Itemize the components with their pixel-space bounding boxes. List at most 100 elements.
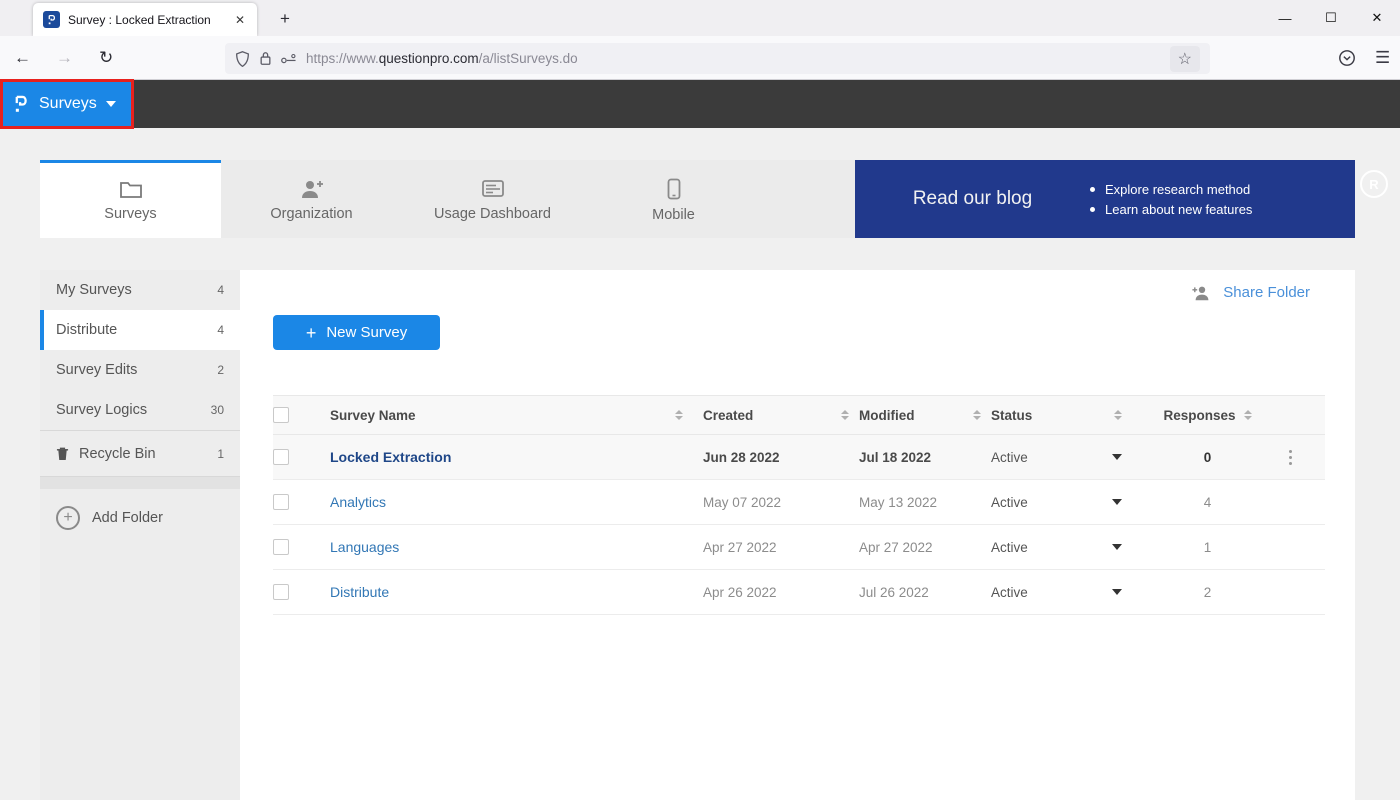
created-date: Apr 26 2022 <box>703 585 777 600</box>
bullet-icon <box>1090 207 1095 212</box>
responses-count[interactable]: 1 <box>1204 540 1212 555</box>
blog-promo-banner[interactable]: Read our blog Explore research method Le… <box>855 160 1355 238</box>
app-header: Upgrade Now ? R <box>0 80 1400 128</box>
plus-icon: + <box>306 324 317 342</box>
sort-icon[interactable] <box>973 410 981 420</box>
sidebar-item-survey-edits[interactable]: Survey Edits 2 <box>40 350 240 390</box>
screen: Survey : Locked Extraction ✕ + — ☐ ✕ ← →… <box>0 0 1400 800</box>
bookmark-star-icon[interactable]: ☆ <box>1170 46 1200 72</box>
lock-icon[interactable] <box>259 51 272 66</box>
column-header-modified[interactable]: Modified <box>859 408 915 423</box>
forward-icon: → <box>56 48 73 68</box>
survey-name-link[interactable]: Analytics <box>330 494 386 510</box>
back-icon[interactable]: ← <box>14 48 31 68</box>
status-value: Active <box>991 450 1028 465</box>
row-checkbox[interactable] <box>273 494 289 510</box>
tab-label: Usage Dashboard <box>434 206 551 222</box>
tab-usage-dashboard[interactable]: Usage Dashboard <box>402 160 583 238</box>
status-dropdown-caret-icon[interactable] <box>1112 589 1122 595</box>
status-value: Active <box>991 540 1028 555</box>
share-folder-button[interactable]: Share Folder <box>1191 284 1310 301</box>
sidebar-item-count: 30 <box>211 403 224 417</box>
row-checkbox[interactable] <box>273 584 289 600</box>
avatar[interactable]: R <box>1360 170 1388 198</box>
questionpro-favicon-icon <box>43 11 60 28</box>
trash-icon <box>56 446 69 461</box>
sort-icon[interactable] <box>1114 410 1122 420</box>
surveys-content: Share Folder + New Survey Survey Name Cr… <box>240 270 1355 800</box>
mobile-phone-icon <box>667 178 681 200</box>
address-bar[interactable]: https://www.questionpro.com/a/listSurvey… <box>225 43 1210 74</box>
sidebar-item-label: Survey Logics <box>56 402 147 418</box>
shield-icon[interactable] <box>235 51 250 67</box>
new-survey-button[interactable]: + New Survey <box>273 315 440 350</box>
dashboard-icon <box>481 179 505 199</box>
tab-close-icon[interactable]: ✕ <box>233 13 247 27</box>
section-tabs: Surveys Organization Usage Dashboard Mob… <box>40 160 855 238</box>
row-checkbox[interactable] <box>273 539 289 555</box>
column-header-created[interactable]: Created <box>703 408 753 423</box>
url-text[interactable]: https://www.questionpro.com/a/listSurvey… <box>306 51 1161 66</box>
sidebar-item-count: 2 <box>217 363 224 377</box>
survey-name-link[interactable]: Locked Extraction <box>330 449 451 465</box>
plus-circle-icon: + <box>56 506 80 530</box>
url-domain: questionpro.com <box>379 51 479 66</box>
survey-name-link[interactable]: Languages <box>330 539 399 555</box>
questionpro-logo-icon <box>13 94 30 115</box>
responses-count[interactable]: 0 <box>1204 450 1212 465</box>
url-path: /a/listSurveys.do <box>479 51 578 66</box>
tab-mobile[interactable]: Mobile <box>583 160 764 238</box>
sort-icon[interactable] <box>675 410 683 420</box>
status-dropdown-caret-icon[interactable] <box>1112 544 1122 550</box>
created-date: Apr 27 2022 <box>703 540 777 555</box>
window-maximize-button[interactable]: ☐ <box>1308 10 1354 26</box>
tab-label: Organization <box>270 206 352 222</box>
tab-label: Mobile <box>652 207 695 223</box>
select-all-checkbox[interactable] <box>273 407 289 423</box>
reload-icon[interactable]: ↻ <box>99 48 113 68</box>
add-folder-button[interactable]: + Add Folder <box>40 489 240 547</box>
annotation-highlight-box: Surveys <box>0 79 134 129</box>
product-switcher[interactable]: Surveys <box>3 82 131 126</box>
created-date: May 07 2022 <box>703 495 781 510</box>
permissions-icon[interactable] <box>281 53 297 65</box>
modified-date: Apr 27 2022 <box>859 540 933 555</box>
survey-name-link[interactable]: Distribute <box>330 584 389 600</box>
sidebar-item-label: Distribute <box>56 322 117 338</box>
window-close-button[interactable]: ✕ <box>1354 10 1400 26</box>
status-dropdown-caret-icon[interactable] <box>1112 454 1122 460</box>
column-header-survey-name[interactable]: Survey Name <box>330 408 416 423</box>
surveys-table: Survey Name Created Modified Status Resp… <box>273 395 1325 615</box>
add-folder-label: Add Folder <box>92 510 163 526</box>
bullet-icon <box>1090 187 1095 192</box>
sidebar-item-my-surveys[interactable]: My Surveys 4 <box>40 270 240 310</box>
person-plus-icon <box>299 179 325 199</box>
sort-icon[interactable] <box>841 410 849 420</box>
pocket-icon[interactable] <box>1338 49 1356 67</box>
tab-organization[interactable]: Organization <box>221 160 402 238</box>
window-minimize-button[interactable]: — <box>1262 11 1308 26</box>
new-survey-label: New Survey <box>326 324 407 341</box>
sidebar-item-distribute[interactable]: Distribute 4 <box>40 310 240 350</box>
modified-date: Jul 26 2022 <box>859 585 929 600</box>
browser-tab[interactable]: Survey : Locked Extraction ✕ <box>33 3 257 36</box>
row-checkbox[interactable] <box>273 449 289 465</box>
new-tab-button[interactable]: + <box>272 6 298 32</box>
column-header-status[interactable]: Status <box>991 408 1032 423</box>
sidebar-item-recycle-bin[interactable]: Recycle Bin 1 <box>40 431 240 477</box>
column-header-responses[interactable]: Responses <box>1163 408 1235 423</box>
sidebar-gap <box>40 477 240 489</box>
tab-surveys[interactable]: Surveys <box>40 160 221 238</box>
status-dropdown-caret-icon[interactable] <box>1112 499 1122 505</box>
status-value: Active <box>991 585 1028 600</box>
row-kebab-menu-icon[interactable] <box>1289 450 1292 465</box>
sidebar-item-survey-logics[interactable]: Survey Logics 30 <box>40 390 240 430</box>
table-row: Languages Apr 27 2022 Apr 27 2022 Active… <box>273 525 1325 570</box>
responses-count[interactable]: 2 <box>1204 585 1212 600</box>
table-row: Distribute Apr 26 2022 Jul 26 2022 Activ… <box>273 570 1325 615</box>
responses-count[interactable]: 4 <box>1204 495 1212 510</box>
table-row: Analytics May 07 2022 May 13 2022 Active… <box>273 480 1325 525</box>
promo-title[interactable]: Read our blog <box>855 188 1090 210</box>
hamburger-menu-icon[interactable]: ☰ <box>1375 48 1390 68</box>
sort-icon[interactable] <box>1244 410 1252 420</box>
